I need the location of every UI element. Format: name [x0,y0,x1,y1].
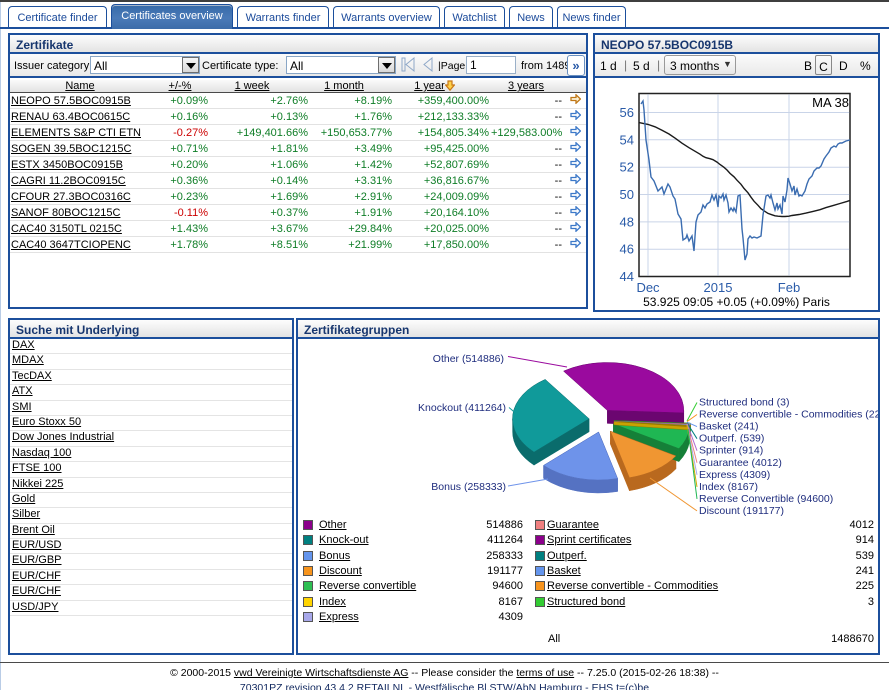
svg-text:MA 38: MA 38 [812,95,849,110]
svg-text:44: 44 [620,269,634,284]
svg-text:48: 48 [620,214,634,229]
svg-text:Feb: Feb [778,280,800,295]
svg-text:52: 52 [620,160,634,175]
svg-text:Outperf. (539): Outperf. (539) [699,433,764,445]
svg-text:Reverse Convertible (94600): Reverse Convertible (94600) [699,493,833,505]
svg-text:50: 50 [620,187,634,202]
svg-text:56: 56 [620,105,634,120]
svg-text:Basket (241): Basket (241) [699,421,759,433]
svg-text:46: 46 [620,242,634,257]
svg-text:Knockout (411264): Knockout (411264) [418,402,506,414]
svg-text:Other (514886): Other (514886) [433,353,504,365]
svg-text:2015: 2015 [704,280,733,295]
svg-text:Index (8167): Index (8167) [699,481,758,493]
svg-text:Reverse convertible - Commodit: Reverse convertible - Commodities (22 [699,409,878,421]
svg-text:Discount (191177): Discount (191177) [699,505,784,517]
svg-text:Bonus (258333): Bonus (258333) [431,481,506,493]
svg-text:54: 54 [620,132,634,147]
svg-text:Dec: Dec [636,280,660,295]
svg-text:Sprinter (914): Sprinter (914) [699,445,763,457]
svg-text:Structured bond (3): Structured bond (3) [699,397,789,409]
svg-text:Guarantee (4012): Guarantee (4012) [699,457,782,469]
svg-text:Express (4309): Express (4309) [699,469,770,481]
